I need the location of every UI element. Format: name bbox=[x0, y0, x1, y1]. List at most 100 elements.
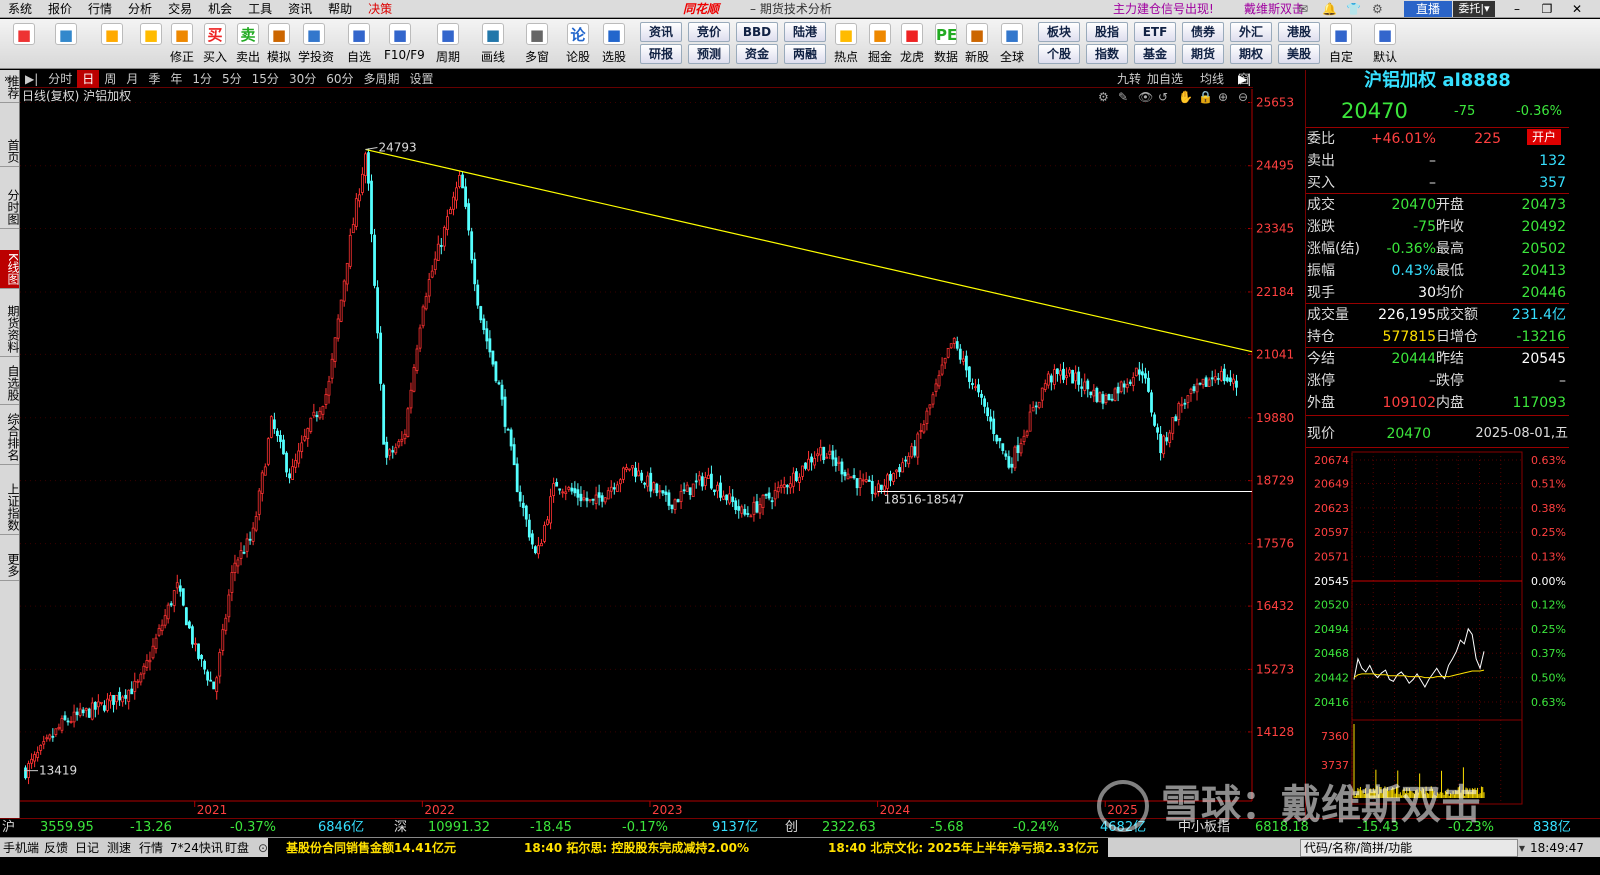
news-item[interactable]: 18:40 北京文化: 2025年上半年净亏损2.33亿元 bbox=[828, 838, 1098, 858]
period-tab-0[interactable]: 分时 bbox=[43, 70, 77, 88]
search-dropdown-icon[interactable]: ▾ bbox=[1519, 838, 1525, 858]
menu-item-4[interactable]: 交易 bbox=[160, 0, 200, 18]
left-nav-item-0[interactable]: 推荐 bbox=[0, 72, 20, 103]
kline-chart[interactable]: 25653 24495 23345 22184 21041 19880 18729 17576… bbox=[20, 89, 1305, 819]
index-name[interactable]: 沪 bbox=[2, 819, 15, 837]
market-btn-3-0[interactable]: 债券 bbox=[1182, 22, 1224, 42]
quick-btn-3-1[interactable]: 两融 bbox=[784, 44, 826, 64]
status-item-6[interactable]: 盯盘 bbox=[225, 838, 249, 858]
tool-star-button[interactable]: ■ 自选 bbox=[343, 21, 375, 67]
status-item-3[interactable]: 测速 bbox=[107, 838, 131, 858]
tool-up-down-arrow-button[interactable]: ■ bbox=[135, 21, 167, 67]
market-btn-4-0[interactable]: 外汇 bbox=[1230, 22, 1272, 42]
gear-icon[interactable]: ⚙ bbox=[1372, 1, 1383, 17]
tool-robot-button[interactable]: ■ bbox=[50, 21, 82, 67]
close-button[interactable]: ✕ bbox=[1563, 0, 1591, 18]
quick-btn-1-0[interactable]: 竞价 bbox=[688, 22, 730, 42]
period-tab-6[interactable]: 1分 bbox=[187, 70, 217, 88]
news-ticker[interactable]: 基股份合同销售金额14.41亿元 18:40 拓尔思: 控股股东完成减持2.00%… bbox=[268, 838, 1108, 858]
index-name[interactable]: 中小板指 bbox=[1178, 819, 1230, 837]
tool-discuss-button[interactable]: 论论股 bbox=[562, 21, 594, 67]
left-nav-item-6[interactable]: 综合排名 bbox=[0, 410, 20, 465]
market-btn-2-0[interactable]: ETF bbox=[1134, 22, 1176, 42]
menu-item-7[interactable]: 资讯 bbox=[280, 0, 320, 18]
left-nav-item-2[interactable]: 分时图 bbox=[0, 186, 20, 229]
market-btn-2-1[interactable]: 基金 bbox=[1134, 44, 1176, 64]
market-btn-4-1[interactable]: 期权 bbox=[1230, 44, 1272, 64]
menu-item-6[interactable]: 工具 bbox=[240, 0, 280, 18]
tool-custom-button[interactable]: ■ 自定 bbox=[1325, 21, 1357, 67]
period-next-icon[interactable]: ▶| bbox=[1238, 70, 1251, 88]
tool-ipo-button[interactable]: ■ 新股 bbox=[961, 21, 993, 67]
period-tab-12[interactable]: 设置 bbox=[405, 70, 439, 88]
period-tab-7[interactable]: 5分 bbox=[217, 70, 247, 88]
tool-dragon-button[interactable]: ■ 龙虎 bbox=[896, 21, 928, 67]
bell-icon[interactable]: 🔔 bbox=[1322, 1, 1337, 17]
status-item-5[interactable]: 7*24快讯 bbox=[170, 838, 223, 858]
market-btn-5-1[interactable]: 美股 bbox=[1278, 44, 1320, 64]
chart-option-2[interactable]: 均线 bbox=[1200, 70, 1224, 88]
quick-btn-0-1[interactable]: 研报 bbox=[640, 44, 682, 64]
tool-hot-button[interactable]: ■ 热点 bbox=[830, 21, 862, 67]
index-name[interactable]: 深 bbox=[394, 819, 407, 837]
period-tab-2[interactable]: 周 bbox=[99, 70, 121, 88]
promo-link-1[interactable]: 主力建仓信号出现! bbox=[1113, 0, 1214, 18]
left-nav-item-4[interactable]: 期货资料 bbox=[0, 302, 20, 357]
menu-item-2[interactable]: 行情 bbox=[80, 0, 120, 18]
quick-btn-2-1[interactable]: 资金 bbox=[736, 44, 778, 64]
quick-btn-2-0[interactable]: BBD bbox=[736, 22, 778, 42]
status-item-1[interactable]: 反馈 bbox=[44, 838, 68, 858]
left-nav-item-5[interactable]: 自选股 bbox=[0, 362, 20, 405]
tool-color-grid-button[interactable]: ■ bbox=[8, 21, 40, 67]
live-button[interactable]: 直播 bbox=[1404, 1, 1452, 17]
tool-globe-button[interactable]: ■ 全球 bbox=[996, 21, 1028, 67]
tool-sell-button[interactable]: 卖卖出 bbox=[232, 21, 264, 67]
index-name[interactable]: 创 bbox=[785, 819, 798, 837]
period-tab-4[interactable]: 季 bbox=[143, 70, 165, 88]
left-nav-item-1[interactable]: 首页 bbox=[0, 136, 20, 167]
kline-svg[interactable]: 25653 24495 23345 22184 21041 19880 18729 17576… bbox=[20, 89, 1305, 818]
news-item[interactable]: 基股份合同销售金额14.41亿元 bbox=[286, 838, 456, 858]
left-nav-item-8[interactable]: 更多 bbox=[0, 550, 20, 581]
tool-hammer-button[interactable]: ■ 模拟 bbox=[263, 21, 295, 67]
period-tab-3[interactable]: 月 bbox=[121, 70, 143, 88]
intraday-chart[interactable]: 20674 0.63% 20649 0.51% 20623 0.38% 20597 0.25%… bbox=[1306, 450, 1569, 818]
period-tab-11[interactable]: 多周期 bbox=[359, 70, 405, 88]
status-item-4[interactable]: 行情 bbox=[139, 838, 163, 858]
news-item[interactable]: 18:40 拓尔思: 控股股东完成减持2.00% bbox=[524, 838, 749, 858]
tool-pen-button[interactable]: ■ 画线 bbox=[477, 21, 509, 67]
status-item-0[interactable]: 手机端 bbox=[3, 838, 39, 858]
menu-item-5[interactable]: 机会 bbox=[200, 0, 240, 18]
market-btn-0-1[interactable]: 个股 bbox=[1038, 44, 1080, 64]
market-btn-5-0[interactable]: 港股 bbox=[1278, 22, 1320, 42]
entrust-button[interactable]: 委托|▾ bbox=[1453, 1, 1495, 17]
search-input[interactable]: 代码/名称/简拼/功能 bbox=[1300, 839, 1518, 857]
quick-btn-1-1[interactable]: 预测 bbox=[688, 44, 730, 64]
menu-item-1[interactable]: 报价 bbox=[40, 0, 80, 18]
menu-item-8[interactable]: 帮助 bbox=[320, 0, 360, 18]
tool-home-button[interactable]: ■ 默认 bbox=[1369, 21, 1401, 67]
chart-option-1[interactable]: 加自选 bbox=[1147, 70, 1183, 88]
tool-refresh-button[interactable]: ■ 修正 bbox=[166, 21, 198, 67]
tool-buy-button[interactable]: 买买入 bbox=[199, 21, 231, 67]
tool-back-arrow-button[interactable]: ■ bbox=[96, 21, 128, 67]
menu-item-3[interactable]: 分析 bbox=[120, 0, 160, 18]
shirt-icon[interactable]: 👕 bbox=[1346, 1, 1361, 17]
tool-gold-pot-button[interactable]: ■ 掘金 bbox=[864, 21, 896, 67]
market-btn-1-1[interactable]: 指数 bbox=[1086, 44, 1128, 64]
menu-item-0[interactable]: 系统 bbox=[0, 0, 40, 18]
period-tab-5[interactable]: 年 bbox=[165, 70, 187, 88]
tool-graduation-cap-button[interactable]: ■ 学投资 bbox=[298, 21, 334, 67]
tool-f10-button[interactable]: ■ F10/F9 bbox=[384, 21, 425, 67]
left-nav-item-3[interactable]: K线图 bbox=[0, 250, 20, 289]
ticker-icon[interactable]: ⊙ bbox=[258, 838, 268, 858]
tool-pe-button[interactable]: PE 数据 bbox=[930, 21, 962, 67]
period-tab-9[interactable]: 30分 bbox=[284, 70, 321, 88]
tool-clock-button[interactable]: ■ 周期 bbox=[432, 21, 464, 67]
left-nav-item-7[interactable]: 上证指数 bbox=[0, 480, 20, 535]
market-btn-3-1[interactable]: 期货 bbox=[1182, 44, 1224, 64]
tool-multi-window-button[interactable]: ■ 多窗 bbox=[521, 21, 553, 67]
market-btn-0-0[interactable]: 板块 bbox=[1038, 22, 1080, 42]
quick-btn-3-0[interactable]: 陆港 bbox=[784, 22, 826, 42]
period-tab-1[interactable]: 日 bbox=[77, 69, 100, 88]
